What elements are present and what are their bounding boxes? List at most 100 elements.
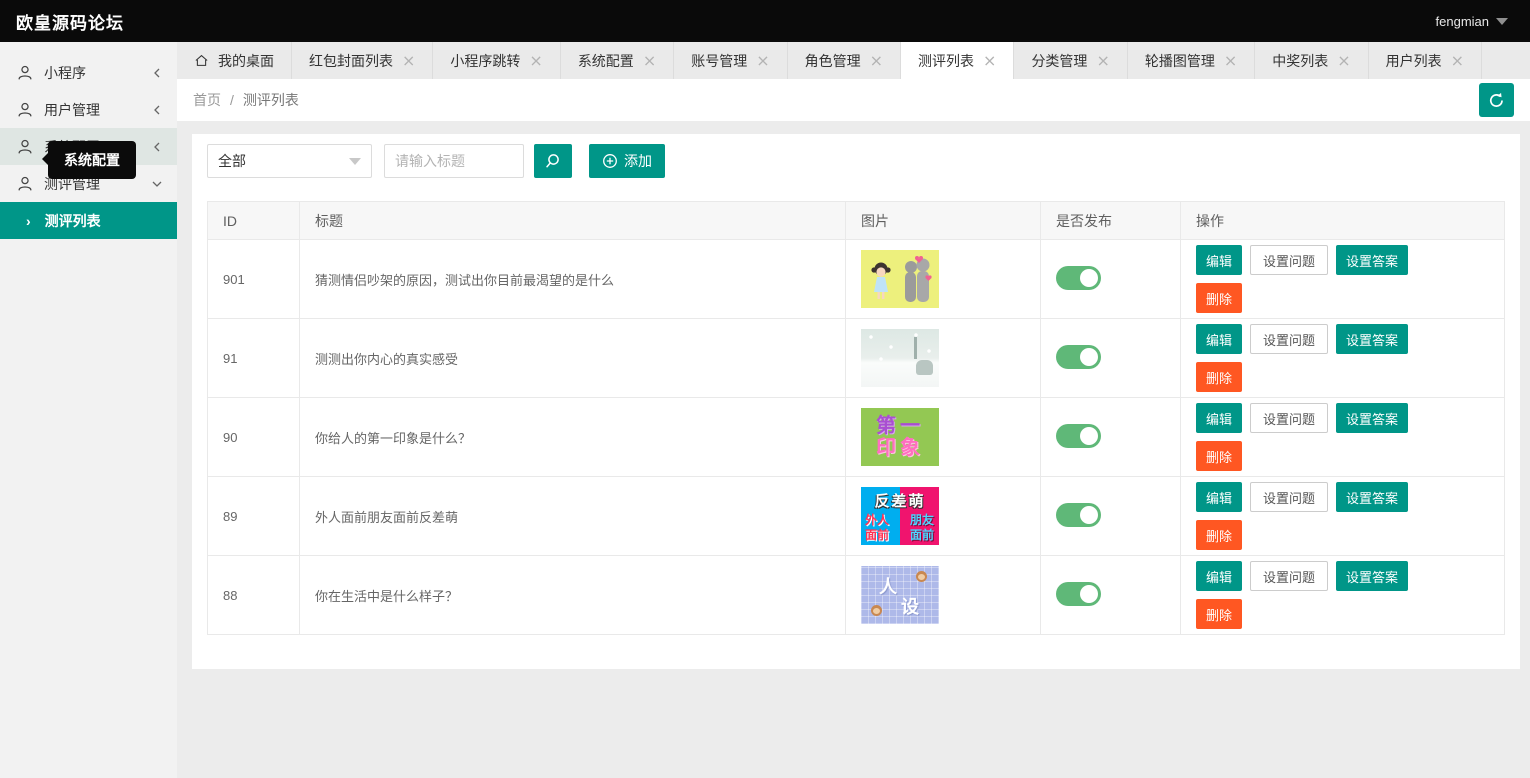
tab-close-icon[interactable]: ×	[402, 53, 415, 69]
set-answer-button[interactable]: 设置答案	[1336, 245, 1408, 275]
breadcrumb-current: 测评列表	[243, 90, 299, 110]
publish-toggle[interactable]	[1056, 424, 1101, 448]
tab-prize-list[interactable]: 中奖列表 ×	[1255, 42, 1368, 79]
tab-miniprogram-jump[interactable]: 小程序跳转 ×	[433, 42, 560, 79]
delete-button[interactable]: 删除	[1196, 441, 1242, 471]
row-image-cell: 第一印象	[846, 398, 1041, 477]
tab-red-packet-cover-list[interactable]: 红包封面列表 ×	[292, 42, 433, 79]
tab-label: 测评列表	[918, 51, 974, 71]
row-publish-cell	[1041, 240, 1181, 319]
tab-close-icon[interactable]: ×	[1337, 53, 1350, 69]
refresh-icon	[1487, 91, 1506, 110]
tab-carousel-management[interactable]: 轮播图管理×	[1128, 42, 1255, 79]
set-question-button[interactable]: 设置问题	[1250, 482, 1328, 512]
row-actions-cell: 编辑设置问题设置答案删除	[1181, 398, 1505, 477]
edit-button[interactable]: 编辑	[1196, 561, 1242, 591]
actions-line-1: 编辑设置问题设置答案	[1196, 561, 1489, 591]
username: fengmian	[1436, 14, 1489, 29]
row-thumbnail-image: 反差萌外人面前朋友面前	[861, 487, 939, 545]
actions-line-1: 编辑设置问题设置答案	[1196, 482, 1489, 512]
delete-button[interactable]: 删除	[1196, 520, 1242, 550]
tab-close-icon[interactable]: ×	[643, 53, 656, 69]
user-menu[interactable]: fengmian	[1436, 14, 1508, 29]
row-id-cell: 91	[208, 319, 300, 398]
tab-desktop[interactable]: 我的桌面	[177, 42, 292, 79]
tab-close-icon[interactable]: ×	[1451, 53, 1464, 69]
tab-close-icon[interactable]: ×	[1224, 53, 1237, 69]
tab-account-management[interactable]: 账号管理×	[674, 42, 787, 79]
set-question-button[interactable]: 设置问题	[1250, 561, 1328, 591]
tab-close-icon[interactable]: ×	[756, 53, 769, 69]
sidebar-tooltip: 系统配置	[48, 141, 136, 179]
add-button[interactable]: 添加	[589, 144, 665, 178]
row-thumbnail-image: 人设	[861, 566, 939, 624]
main-area: 我的桌面红包封面列表×小程序跳转×系统配置×账号管理×角色管理×测评列表×分类管…	[177, 42, 1530, 778]
tab-close-icon[interactable]: ×	[529, 53, 542, 69]
category-select-value: 全部	[218, 151, 246, 171]
delete-button[interactable]: 删除	[1196, 283, 1242, 313]
row-title-cell: 你在生活中是什么样子？	[300, 556, 846, 635]
row-publish-cell	[1041, 319, 1181, 398]
sidebar: 小程序用户管理系统配置测评管理 › 测评列表 系统配置	[0, 42, 177, 778]
set-answer-button[interactable]: 设置答案	[1336, 482, 1408, 512]
table-body: 901猜测情侣吵架的原因，测试出你目前最渴望的是什么编辑设置问题设置答案删除91…	[208, 240, 1505, 635]
breadcrumb-separator: /	[230, 92, 234, 108]
breadcrumb: 首页 / 测评列表	[177, 79, 1530, 121]
delete-button[interactable]: 删除	[1196, 599, 1242, 629]
person-icon	[16, 138, 34, 156]
row-thumbnail-image	[861, 250, 939, 308]
tab-system-config[interactable]: 系统配置 ×	[561, 42, 674, 79]
set-question-button[interactable]: 设置问题	[1250, 245, 1328, 275]
breadcrumb-home[interactable]: 首页	[193, 90, 221, 110]
table-row: 901猜测情侣吵架的原因，测试出你目前最渴望的是什么编辑设置问题设置答案删除	[208, 240, 1505, 319]
sidebar-item-miniprogram[interactable]: 小程序	[0, 54, 177, 91]
search-icon	[544, 152, 562, 170]
set-answer-button[interactable]: 设置答案	[1336, 324, 1408, 354]
refresh-button[interactable]	[1479, 83, 1514, 117]
sidebar-item-user-management[interactable]: 用户管理	[0, 91, 177, 128]
chevron-left-icon	[151, 104, 163, 116]
toggle-knob	[1080, 506, 1098, 524]
search-button[interactable]	[534, 144, 572, 178]
publish-toggle[interactable]	[1056, 345, 1101, 369]
tab-close-icon[interactable]: ×	[1096, 53, 1109, 69]
tab-user-list[interactable]: 用户列表×	[1369, 42, 1482, 79]
tab-evaluation-list[interactable]: 测评列表 ×	[901, 42, 1014, 79]
tab-close-icon[interactable]: ×	[983, 53, 996, 69]
publish-toggle[interactable]	[1056, 266, 1101, 290]
tab-label: 红包封面列表	[309, 51, 393, 71]
edit-button[interactable]: 编辑	[1196, 482, 1242, 512]
chevron-right-icon: ›	[26, 213, 31, 229]
sidebar-item-evaluation-list[interactable]: › 测评列表	[0, 202, 177, 239]
actions-line-2: 删除	[1196, 441, 1489, 471]
actions-line-2: 删除	[1196, 599, 1489, 629]
set-question-button[interactable]: 设置问题	[1250, 403, 1328, 433]
table-row: 88你在生活中是什么样子？人设编辑设置问题设置答案删除	[208, 556, 1505, 635]
table-row: 91测测出你内心的真实感受编辑设置问题设置答案删除	[208, 319, 1505, 398]
tab-label: 小程序跳转	[450, 51, 520, 71]
publish-toggle[interactable]	[1056, 503, 1101, 527]
tab-label: 中奖列表	[1272, 51, 1328, 71]
actions-line-1: 编辑设置问题设置答案	[1196, 245, 1489, 275]
tab-role-management[interactable]: 角色管理×	[788, 42, 901, 79]
tab-label: 系统配置	[578, 51, 634, 71]
publish-toggle[interactable]	[1056, 582, 1101, 606]
set-answer-button[interactable]: 设置答案	[1336, 561, 1408, 591]
row-image-cell	[846, 240, 1041, 319]
title-search-input[interactable]	[384, 144, 524, 178]
edit-button[interactable]: 编辑	[1196, 245, 1242, 275]
person-icon	[16, 175, 34, 193]
set-answer-button[interactable]: 设置答案	[1336, 403, 1408, 433]
edit-button[interactable]: 编辑	[1196, 403, 1242, 433]
chevron-down-icon	[1496, 18, 1508, 25]
row-actions-cell: 编辑设置问题设置答案删除	[1181, 556, 1505, 635]
set-question-button[interactable]: 设置问题	[1250, 324, 1328, 354]
sidebar-item-label: 用户管理	[44, 100, 151, 120]
edit-button[interactable]: 编辑	[1196, 324, 1242, 354]
app-title: 欧皇源码论坛	[16, 9, 124, 34]
row-title-cell: 外人面前朋友面前反差萌	[300, 477, 846, 556]
category-select[interactable]: 全部	[207, 144, 372, 178]
tab-category-management[interactable]: 分类管理×	[1014, 42, 1127, 79]
tab-close-icon[interactable]: ×	[870, 53, 883, 69]
delete-button[interactable]: 删除	[1196, 362, 1242, 392]
